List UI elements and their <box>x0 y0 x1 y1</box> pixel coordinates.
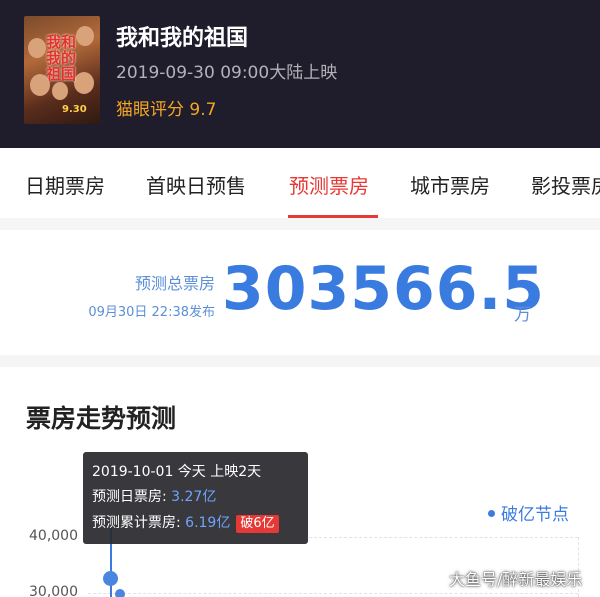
total-prediction-value: 303566.5 <box>222 254 546 324</box>
poster-date: 9.30 <box>62 104 87 115</box>
legend-label: 破亿节点 <box>501 505 569 525</box>
tooltip-daily: 预测日票房: 3.27亿 <box>92 486 216 506</box>
total-prediction-label: 预测总票房 <box>134 274 215 293</box>
movie-header: 我和我的祖国 9.30 我和我的祖国 2019-09-30 09:00大陆上映 … <box>0 0 600 148</box>
chart-legend[interactable]: 破亿节点 <box>488 500 569 525</box>
poster-title: 我和我的祖国 <box>46 33 77 83</box>
poster-face <box>28 38 46 58</box>
data-point[interactable] <box>103 571 118 586</box>
tooltip-cumulative-label: 预测累计票房: <box>92 515 181 531</box>
poster-face <box>52 82 68 100</box>
grid-line <box>88 593 578 594</box>
poster-face <box>74 72 94 94</box>
tab-city-box-office[interactable]: 城市票房 <box>410 170 490 199</box>
value-unit: 万 <box>514 305 531 325</box>
tooltip-cumulative: 预测累计票房: 6.19亿 破6亿 <box>92 512 279 533</box>
movie-rating: 猫眼评分 9.7 <box>116 100 217 120</box>
active-tab-indicator <box>288 215 378 218</box>
y-tick-label: 40,000 <box>29 528 78 544</box>
prediction-summary: 预测总票房 09月30日 22:38发布 303566.5 万 <box>0 230 600 355</box>
publish-time: 09月30日 22:38发布 <box>88 305 215 320</box>
page: 我和我的祖国 9.30 我和我的祖国 2019-09-30 09:00大陆上映 … <box>0 0 600 597</box>
tab-date-box-office[interactable]: 日期票房 <box>25 170 105 199</box>
tab-investor-box-office[interactable]: 影投票房 <box>531 170 600 199</box>
movie-title: 我和我的祖国 <box>116 26 249 51</box>
tab-predicted-box-office[interactable]: 预测票房 <box>289 170 369 199</box>
poster-face <box>76 26 94 46</box>
watermark: 大鱼号/醉新最娱乐 <box>449 570 583 589</box>
data-point[interactable] <box>115 589 125 597</box>
trend-title: 票房走势预测 <box>26 404 177 433</box>
tooltip-daily-label: 预测日票房: <box>92 489 167 505</box>
tooltip-daily-value: 3.27亿 <box>171 489 217 505</box>
movie-release-info: 2019-09-30 09:00大陆上映 <box>116 63 338 83</box>
chart-tooltip: 2019-10-01 今天 上映2天 预测日票房: 3.27亿 预测累计票房: … <box>83 452 308 544</box>
movie-poster[interactable]: 我和我的祖国 9.30 <box>24 16 100 124</box>
legend-dot-icon <box>488 509 495 517</box>
y-tick-label: 30,000 <box>29 584 78 597</box>
milestone-badge: 破6亿 <box>236 515 279 533</box>
tooltip-cumulative-value: 6.19亿 <box>185 515 231 531</box>
tab-premiere-presale[interactable]: 首映日预售 <box>146 170 246 199</box>
tab-bar: 日期票房 首映日预售 预测票房 城市票房 影投票房 <box>0 148 600 218</box>
tooltip-date: 2019-10-01 今天 上映2天 <box>92 464 262 480</box>
